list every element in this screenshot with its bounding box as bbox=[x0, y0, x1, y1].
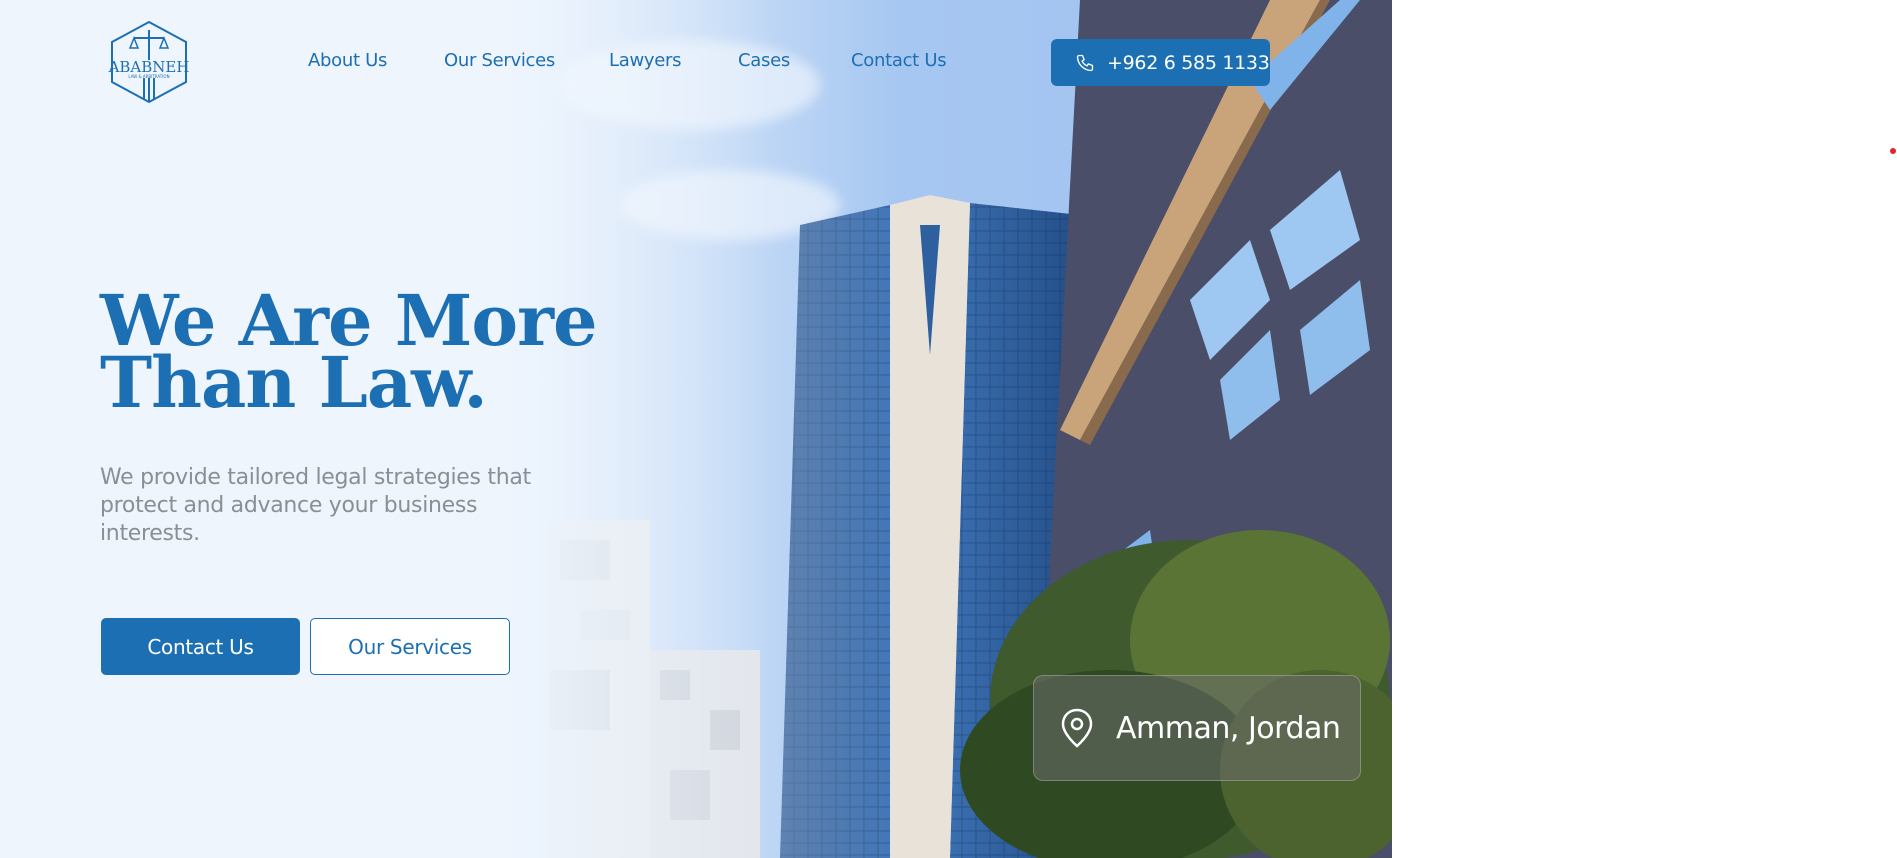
nav-contact-us[interactable]: Contact Us bbox=[851, 50, 947, 71]
indicator-dot bbox=[1890, 148, 1896, 154]
hero-section: ABABNEH LAW & ARBITRATION About Us Our S… bbox=[0, 0, 1392, 858]
map-pin-icon bbox=[1060, 708, 1094, 748]
our-services-button[interactable]: Our Services bbox=[310, 618, 510, 675]
background-buildings-image bbox=[540, 520, 760, 858]
hero-title: We Are More Than Law. bbox=[100, 286, 620, 418]
nav-cases[interactable]: Cases bbox=[738, 50, 790, 71]
location-card: Amman, Jordan bbox=[1033, 675, 1361, 781]
ababneh-logo[interactable]: ABABNEH LAW & ARBITRATION bbox=[104, 20, 194, 104]
hero-subtitle: We provide tailored legal strategies tha… bbox=[100, 465, 531, 546]
phone-icon bbox=[1075, 53, 1095, 73]
location-label: Amman, Jordan bbox=[1116, 710, 1341, 746]
nav-about-us[interactable]: About Us bbox=[308, 50, 387, 71]
logo-tagline: LAW & ARBITRATION bbox=[128, 74, 169, 79]
phone-number: +962 6 585 1133 bbox=[1107, 51, 1270, 74]
nav-lawyers[interactable]: Lawyers bbox=[609, 50, 681, 71]
hero-title-line-2: Than Law. bbox=[100, 341, 488, 424]
logo-mark-icon: ABABNEH LAW & ARBITRATION bbox=[108, 20, 189, 104]
nav-our-services[interactable]: Our Services bbox=[444, 50, 555, 71]
contact-us-button[interactable]: Contact Us bbox=[101, 618, 300, 675]
phone-button[interactable]: +962 6 585 1133 bbox=[1051, 39, 1270, 86]
